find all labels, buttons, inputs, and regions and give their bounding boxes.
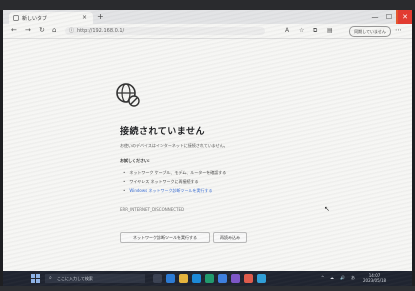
run-diagnostics-button[interactable]: ネットワーク診断ツールを実行する	[120, 232, 210, 243]
page-icon	[13, 15, 19, 21]
collections-icon[interactable]: ▤	[327, 27, 333, 34]
more-menu-icon[interactable]: ⋯	[395, 26, 402, 34]
mouse-cursor-icon: ↖	[324, 205, 330, 213]
edge-browser-icon[interactable]	[166, 274, 175, 283]
address-bar[interactable]: ⓘ http://192.168.0.1/	[65, 27, 265, 35]
error-title: 接続されていません	[120, 127, 205, 137]
monitor-bezel-bottom	[0, 286, 415, 291]
new-tab-button[interactable]: +	[97, 12, 104, 21]
search-icon: ⌕	[49, 275, 52, 281]
app-icon-blue[interactable]	[257, 274, 266, 283]
tray-overflow-icon[interactable]: ^	[321, 275, 324, 280]
taskbar: ⌕ ここに入力して検索 ^ ☁ 🔊 あ 14:07 2023/05/18	[3, 271, 412, 286]
volume-icon[interactable]: 🔊	[340, 275, 345, 280]
info-icon[interactable]: ⓘ	[69, 27, 74, 35]
app-icon-purple[interactable]	[231, 274, 240, 283]
app-icon-red[interactable]	[244, 274, 253, 283]
store-icon[interactable]	[192, 274, 201, 283]
try-heading: お試しください:	[120, 158, 150, 163]
close-tab-icon[interactable]: ×	[82, 14, 87, 21]
task-view-icon[interactable]	[153, 274, 162, 283]
globe-no-connection-icon	[116, 83, 140, 107]
maximize-button[interactable]: ☐	[382, 10, 396, 24]
suggestion-item: ネットワーク ケーブル、モデム、ルーターを確認する	[123, 168, 226, 177]
close-window-button[interactable]: ✕	[396, 10, 412, 26]
error-code: ERR_INTERNET_DISCONNECTED	[120, 207, 185, 212]
profile-button[interactable]: 同期していません	[349, 26, 391, 37]
tab-title: 新しいタブ	[22, 16, 48, 22]
error-description: お使いのデバイスはインターネットに接続されていません。	[120, 143, 228, 148]
clock-date: 2023/05/18	[363, 278, 387, 283]
extensions-icon[interactable]: ⧉	[313, 27, 317, 35]
ime-indicator[interactable]: あ	[351, 275, 355, 281]
suggestion-item: ワイヤレス ネットワークに再接続する	[123, 177, 226, 186]
home-icon[interactable]: ⌂	[52, 26, 56, 34]
favorite-icon[interactable]: ☆	[299, 27, 304, 34]
mail-icon[interactable]	[218, 274, 227, 283]
address-url: http://192.168.0.1/	[77, 28, 125, 34]
monitor-bezel-top	[0, 0, 415, 10]
refresh-icon[interactable]: ↻	[39, 26, 45, 34]
minimize-button[interactable]: —	[368, 10, 382, 24]
profile-label: 同期していません	[354, 29, 386, 34]
browser-tab[interactable]: 新しいタブ ×	[9, 12, 93, 24]
forward-icon[interactable]: →	[25, 26, 31, 34]
app-icon-green[interactable]	[205, 274, 214, 283]
taskbar-search[interactable]: ⌕ ここに入力して検索	[45, 274, 145, 283]
suggestion-list: ネットワーク ケーブル、モデム、ルーターを確認する ワイヤレス ネットワークに再…	[123, 168, 226, 195]
onedrive-icon[interactable]: ☁	[330, 275, 334, 280]
diagnostics-link[interactable]: Windows ネットワーク診断ツールを実行する	[123, 186, 226, 195]
start-button[interactable]	[31, 274, 40, 283]
browser-screen: 新しいタブ × + — ☐ ✕ ← → ↻ ⌂ ⓘ http://192.168…	[3, 10, 412, 286]
back-icon[interactable]: ←	[11, 26, 17, 34]
taskbar-clock[interactable]: 14:07 2023/05/18	[363, 273, 386, 283]
search-placeholder: ここに入力して検索	[57, 276, 93, 281]
browser-toolbar: ← → ↻ ⌂ ⓘ http://192.168.0.1/ A ☆ ⧉ ▤ 同期…	[3, 24, 412, 39]
read-aloud-icon[interactable]: A	[285, 27, 289, 34]
tab-strip: 新しいタブ × + — ☐ ✕	[3, 10, 412, 26]
file-explorer-icon[interactable]	[179, 274, 188, 283]
reload-button[interactable]: 再読み込み	[213, 232, 247, 243]
